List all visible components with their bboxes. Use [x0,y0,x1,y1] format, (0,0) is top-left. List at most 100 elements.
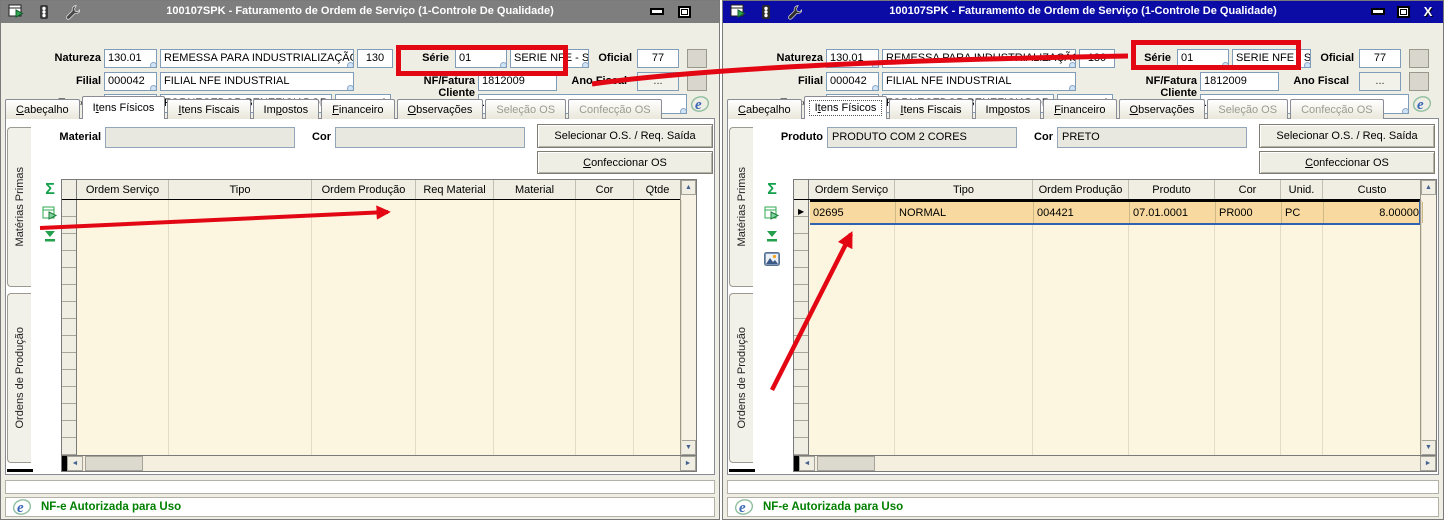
form-icon[interactable] [729,3,747,20]
scroll-left-icon[interactable]: ◄ [67,456,83,471]
form-icon[interactable] [7,3,25,20]
filial-code-input[interactable]: 000042 [104,72,157,91]
insert-row-icon[interactable] [761,226,783,246]
column-header[interactable]: Unid. [1281,180,1323,199]
scrollbar-thumb[interactable] [85,456,143,471]
sidebar-tab-ordens-producao[interactable]: Ordens de Produção [729,293,753,463]
titlebar[interactable]: 100107SPK - Faturamento de Ordem de Serv… [723,1,1443,23]
scroll-up-icon[interactable]: ▲ [1421,180,1436,195]
tab-itens-fiscais[interactable]: Itens Fiscais [167,99,251,119]
tab-itens-fiscais[interactable]: Itens Fiscais [889,99,973,119]
cor-input[interactable]: PRETO [1057,127,1247,148]
itens-grid[interactable]: Ordem Serviço Tipo Ordem Produção Req Ma… [61,179,697,456]
traffic-light-icon[interactable] [757,3,775,20]
natureza-extra-input[interactable]: 130 [357,49,393,68]
tab-impostos[interactable]: Impostos [974,99,1042,119]
tab-itens-fisicos[interactable]: Itens Físicos [81,96,166,119]
cell-produto[interactable]: 07.01.0001 [1130,202,1216,223]
tab-cabecalho[interactable]: Cabeçalho [727,99,802,119]
grid-body[interactable] [62,200,682,455]
confeccionar-os-button[interactable]: Confeccionar OS [537,151,713,174]
selecionar-os-button[interactable]: Selecionar O.S. / Req. Saída [1259,124,1435,148]
minimize-button[interactable] [648,5,666,18]
sidebar-tab-ordens-producao[interactable]: Ordens de Produção [7,293,31,463]
serie-desc-input[interactable]: SERIE NFE - SUST [510,49,589,68]
scroll-down-icon[interactable]: ▼ [681,440,696,455]
column-header[interactable]: Qtde [634,180,682,199]
nf-fatura-input[interactable]: 1812009 [1200,72,1279,91]
natureza-desc-input[interactable]: REMESSA PARA INDUSTRIALIZAÇÃO [160,49,354,68]
maximize-button[interactable] [675,5,693,18]
tab-observacoes[interactable]: Observações [396,99,484,119]
wrench-icon[interactable] [785,3,803,20]
sidebar-tab-materias-primas[interactable]: Matérias Primas [7,127,31,287]
produto-input[interactable]: PRODUTO COM 2 CORES [827,127,1017,148]
column-header[interactable]: Ordem Produção [312,180,416,199]
grid-body[interactable]: ▶ 02695 NORMAL 004421 07.01.0001 PR000 P… [794,200,1423,455]
column-header[interactable]: Tipo [895,180,1033,199]
scroll-right-icon[interactable]: ► [1420,456,1436,471]
tab-observacoes[interactable]: Observações [1118,99,1206,119]
confeccionar-os-button[interactable]: Confeccionar OS [1259,151,1435,174]
image-icon[interactable] [761,249,783,269]
cell-custo[interactable]: 8.00000 [1324,202,1423,223]
tab-cabecalho[interactable]: Cabeçalho [5,99,80,119]
column-header[interactable]: Ordem Serviço [77,180,169,199]
sum-icon[interactable]: Σ [761,180,783,200]
filial-code-input[interactable]: 000042 [826,72,879,91]
table-row-selected[interactable]: 02695 NORMAL 004421 07.01.0001 PR000 PC … [810,200,1423,225]
serie-code-input[interactable]: 01 [1177,49,1229,68]
sum-icon[interactable]: Σ [39,180,61,200]
sidebar-tab-materias-primas[interactable]: Matérias Primas [729,127,753,287]
serie-code-input[interactable]: 01 [455,49,507,68]
cor-input[interactable] [335,127,525,148]
scrollbar-thumb[interactable] [817,456,875,471]
column-header[interactable]: Custo [1323,180,1422,199]
scroll-down-icon[interactable]: ▼ [1421,440,1436,455]
column-header[interactable]: Produto [1129,180,1215,199]
natureza-code-input[interactable]: 130.01 [104,49,157,68]
maximize-button[interactable] [1394,5,1412,18]
tab-impostos[interactable]: Impostos [252,99,320,119]
minimize-button[interactable] [1369,5,1387,18]
column-header[interactable]: Req Material [416,180,494,199]
natureza-desc-input[interactable]: REMESSA PARA INDUSTRIALIZAÇÃO [882,49,1076,68]
vertical-scrollbar[interactable]: ▲ ▼ [680,180,696,455]
natureza-extra-input[interactable]: 130 [1079,49,1115,68]
ano-fiscal-input[interactable]: ... [637,72,679,91]
natureza-code-input[interactable]: 130.01 [826,49,879,68]
cell-tipo[interactable]: NORMAL [896,202,1034,223]
cell-unid[interactable]: PC [1282,202,1324,223]
selecionar-os-button[interactable]: Selecionar O.S. / Req. Saída [537,124,713,148]
run-form-icon[interactable] [39,203,61,223]
material-input[interactable] [105,127,295,148]
traffic-light-icon[interactable] [35,3,53,20]
tab-financeiro[interactable]: Financeiro [1043,99,1117,119]
cell-ordem-servico[interactable]: 02695 [810,202,896,223]
oficial-input[interactable]: 77 [637,49,679,68]
column-header[interactable]: Cor [1215,180,1281,199]
cell-cor[interactable]: PR000 [1216,202,1282,223]
itens-grid[interactable]: Ordem Serviço Tipo Ordem Produção Produt… [793,179,1437,456]
filial-desc-input[interactable]: FILIAL NFE INDUSTRIAL [882,72,1076,91]
column-header[interactable]: Material [494,180,576,199]
scroll-right-icon[interactable]: ► [680,456,696,471]
tab-financeiro[interactable]: Financeiro [321,99,395,119]
tab-itens-fisicos[interactable]: Itens Físicos [803,96,888,119]
column-header[interactable]: Ordem Produção [1033,180,1129,199]
column-header[interactable]: Cor [576,180,634,199]
column-header[interactable]: Ordem Serviço [809,180,895,199]
close-button[interactable]: X [1419,5,1437,18]
horizontal-scrollbar[interactable]: ◄ ► [61,456,697,472]
run-form-icon[interactable] [761,203,783,223]
ano-fiscal-input[interactable]: ... [1359,72,1401,91]
wrench-icon[interactable] [63,3,81,20]
nf-fatura-input[interactable]: 1812009 [478,72,557,91]
column-header[interactable]: Tipo [169,180,312,199]
horizontal-scrollbar[interactable]: ◄ ► [793,456,1437,472]
scroll-left-icon[interactable]: ◄ [799,456,815,471]
titlebar[interactable]: 100107SPK - Faturamento de Ordem de Serv… [1,1,719,23]
scroll-up-icon[interactable]: ▲ [681,180,696,195]
serie-desc-input[interactable]: SERIE NFE - SUST [1232,49,1311,68]
cell-ordem-producao[interactable]: 004421 [1034,202,1130,223]
